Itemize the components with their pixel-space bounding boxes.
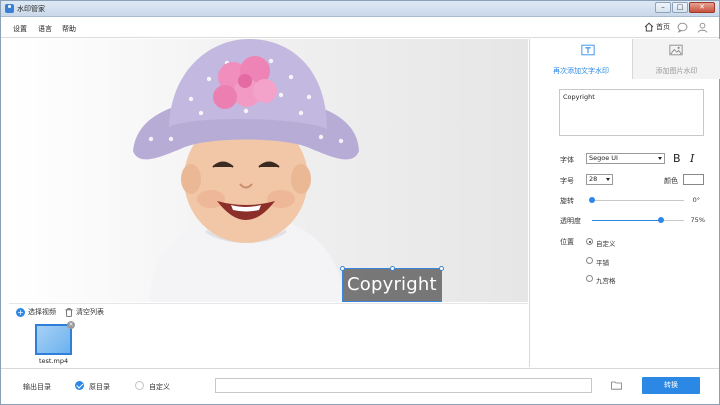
font-select-value: Segoe UI — [589, 154, 618, 162]
output-original-radio[interactable] — [75, 381, 84, 390]
plus-circle-icon: + — [16, 307, 25, 317]
close-button[interactable]: ✕ — [689, 2, 715, 13]
rotation-slider-track[interactable] — [592, 200, 684, 201]
rotation-label: 旋转 — [560, 197, 574, 205]
opacity-slider-thumb[interactable] — [658, 217, 664, 223]
select-video-label: 选择视频 — [28, 308, 56, 316]
select-video-button[interactable]: + 选择视频 — [16, 307, 56, 317]
position-option-grid: 九宫格 — [596, 277, 616, 285]
output-directory-label: 输出目录 — [23, 383, 51, 391]
chevron-down-icon — [606, 178, 610, 181]
window-title: 水印管家 — [17, 5, 45, 13]
color-picker[interactable] — [683, 174, 704, 185]
watermark-tabs: 再次添加文字水印 添加图片水印 — [530, 39, 720, 79]
title-bar: 水印管家 – □ ✕ — [1, 1, 719, 17]
video-thumbnail[interactable]: × — [35, 321, 75, 355]
position-option-tile: 平铺 — [596, 259, 609, 267]
video-preview: Copyright — [9, 39, 528, 302]
resize-handle-top-left[interactable] — [340, 266, 345, 271]
watermark-text: Copyright — [347, 274, 437, 295]
watermark-text-input[interactable]: Copyright — [559, 89, 704, 136]
rotation-value: 0° — [692, 196, 700, 204]
app-logo-icon — [5, 4, 14, 13]
text-watermark-icon — [581, 44, 595, 56]
position-radio-tile[interactable] — [586, 257, 593, 264]
trash-icon — [65, 307, 73, 317]
rotation-slider-thumb[interactable] — [589, 197, 595, 203]
tab-text-watermark[interactable]: 再次添加文字水印 — [530, 39, 632, 79]
font-select[interactable]: Segoe UI — [586, 153, 665, 164]
home-link[interactable]: 首页 — [644, 22, 670, 32]
folder-icon[interactable] — [611, 380, 622, 390]
tab-image-watermark-label: 添加图片水印 — [655, 67, 698, 75]
size-select-value: 28 — [589, 175, 598, 183]
user-icon[interactable] — [697, 22, 708, 33]
output-path-input[interactable] — [215, 378, 592, 393]
output-custom-radio[interactable] — [135, 381, 144, 390]
chevron-down-icon — [658, 157, 662, 160]
video-file-name: test.mp4 — [39, 357, 69, 365]
size-select[interactable]: 28 — [586, 174, 613, 185]
resize-handle-top-right[interactable] — [439, 266, 444, 271]
font-label: 字体 — [560, 156, 574, 164]
output-bar: 输出目录 原目录 自定义 转换 — [1, 368, 719, 404]
convert-button[interactable]: 转换 — [642, 377, 700, 394]
tab-image-watermark[interactable]: 添加图片水印 — [632, 39, 720, 79]
resize-handle-top[interactable] — [390, 266, 395, 271]
color-label: 颜色 — [664, 177, 678, 185]
menu-settings[interactable]: 设置 — [13, 24, 27, 34]
maximize-button[interactable]: □ — [672, 2, 688, 13]
output-custom-label: 自定义 — [149, 383, 170, 391]
size-label: 字号 — [560, 177, 574, 185]
file-list-area: + 选择视频 清空列表 × test.mp4 — [9, 303, 528, 367]
tab-text-watermark-label: 再次添加文字水印 — [553, 67, 609, 75]
image-watermark-icon — [669, 44, 683, 56]
italic-button[interactable]: I — [690, 152, 694, 165]
watermark-overlay[interactable]: Copyright — [340, 266, 444, 302]
position-option-custom: 自定义 — [596, 240, 616, 248]
home-label: 首页 — [656, 23, 670, 31]
bold-button[interactable]: B — [673, 152, 681, 165]
output-original-label: 原目录 — [89, 383, 110, 391]
minimize-button[interactable]: – — [655, 2, 671, 13]
home-icon — [644, 22, 654, 32]
menu-help[interactable]: 帮助 — [62, 24, 76, 34]
window-controls: – □ ✕ — [654, 2, 715, 13]
clear-list-button[interactable]: 清空列表 — [65, 307, 104, 317]
menu-language[interactable]: 语言 — [38, 24, 52, 34]
opacity-value: 75% — [690, 216, 705, 224]
app-window: 水印管家 – □ ✕ 设置 语言 帮助 首页 Copyright + 选择视频 … — [0, 0, 720, 405]
clear-list-label: 清空列表 — [76, 308, 104, 316]
remove-file-icon[interactable]: × — [67, 321, 75, 329]
message-icon[interactable] — [677, 22, 688, 33]
menu-bar: 设置 语言 帮助 首页 — [1, 18, 719, 38]
position-label: 位置 — [560, 238, 574, 246]
preview-image — [133, 39, 359, 302]
watermark-settings-panel: 再次添加文字水印 添加图片水印 Copyright 字体 Segoe UI B … — [529, 39, 720, 367]
position-radio-custom[interactable] — [586, 238, 593, 245]
opacity-label: 透明度 — [560, 217, 581, 225]
position-radio-grid[interactable] — [586, 275, 593, 282]
opacity-slider-fill — [592, 220, 661, 221]
